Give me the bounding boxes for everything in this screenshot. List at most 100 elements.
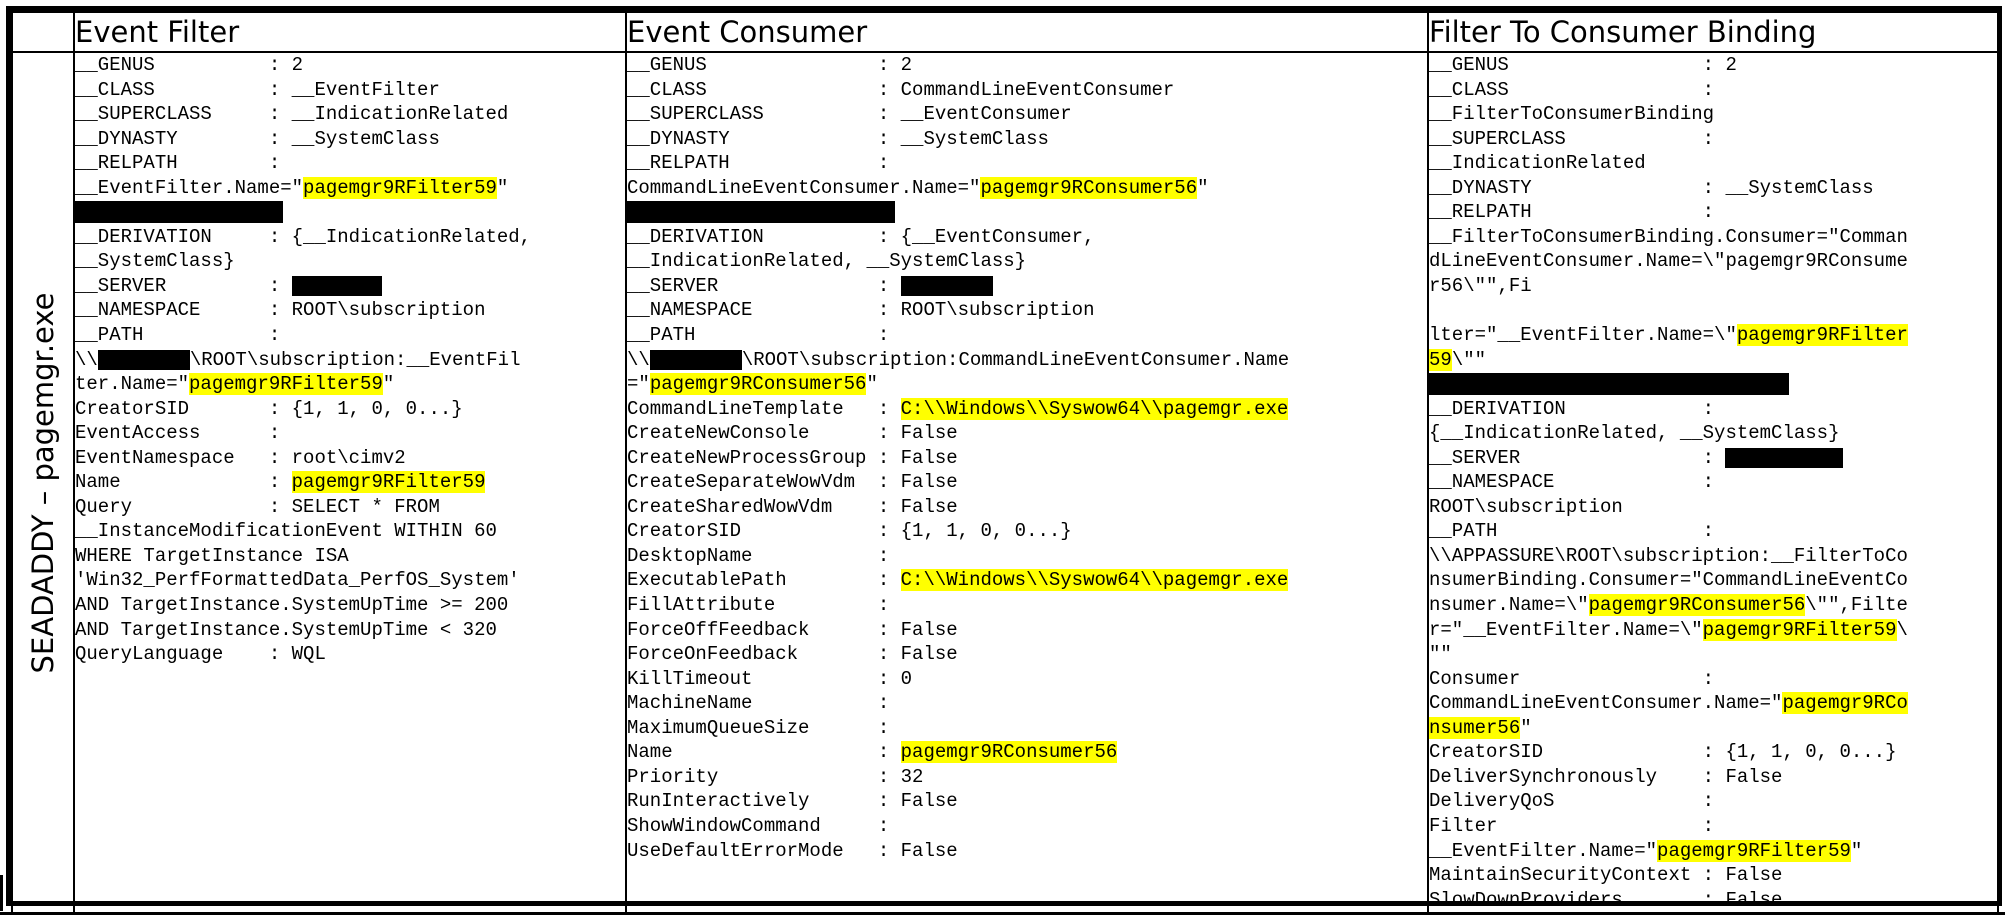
property-line: DesktopName : bbox=[627, 544, 1427, 569]
property-text: CreateNewConsole : False bbox=[627, 422, 958, 445]
property-line: \\ \ROOT\subscription:__EventFil bbox=[75, 348, 625, 373]
highlighted-value: pagemgr9RCo bbox=[1782, 692, 1908, 715]
highlighted-value: pagemgr9RConsumer56 bbox=[900, 741, 1118, 764]
property-line: __PATH : bbox=[1429, 519, 1997, 544]
property-line: __IndicationRelated, __SystemClass} bbox=[627, 249, 1427, 274]
property-line: __DERIVATION : {__EventConsumer, bbox=[627, 225, 1427, 250]
property-text: ter.Name=" bbox=[75, 373, 190, 396]
property-text: __CLASS : __EventFilter bbox=[75, 78, 440, 101]
event-consumer-cell: __GENUS : 2 __CLASS : CommandLineEventCon… bbox=[625, 50, 1429, 915]
property-text: \ROOT\subscription:CommandLineEventConsu… bbox=[741, 348, 1290, 371]
property-line: __FilterToConsumerBinding bbox=[1429, 102, 1997, 127]
property-text: CommandLineEventConsumer.Name=" bbox=[1429, 692, 1783, 715]
property-line: __DYNASTY : __SystemClass bbox=[75, 127, 625, 152]
highlighted-value: pagemgr9RFilter bbox=[1736, 324, 1908, 347]
property-text: DesktopName : bbox=[627, 544, 890, 567]
highlighted-value: pagemgr9RFilter59 bbox=[1702, 618, 1897, 641]
property-line: DeliverSynchronously : False bbox=[1429, 765, 1997, 790]
property-text: AND TargetInstance.SystemUpTime < 320 bbox=[75, 618, 497, 641]
redaction-box bbox=[291, 275, 382, 296]
property-text: __RELPATH : bbox=[627, 152, 890, 175]
property-line: __DYNASTY : __SystemClass bbox=[1429, 176, 1997, 201]
redaction-box bbox=[900, 275, 993, 296]
property-line: __SystemClass} bbox=[75, 249, 625, 274]
property-text: __FilterToConsumerBinding bbox=[1429, 103, 1715, 126]
property-line: ExecutablePath : C:\\Windows\\Syswow64\\… bbox=[627, 568, 1427, 593]
highlighted-value: pagemgr9RFilter59 bbox=[189, 373, 383, 396]
property-text: EventAccess : bbox=[75, 422, 281, 445]
highlighted-value: pagemgr9RConsumer56 bbox=[649, 373, 867, 396]
property-line: lter="__EventFilter.Name=\"pagemgr9RFilt… bbox=[1429, 323, 1997, 348]
property-line: Name : pagemgr9RFilter59 bbox=[75, 470, 625, 495]
property-line: AND TargetInstance.SystemUpTime >= 200 bbox=[75, 593, 625, 618]
property-text: __DERIVATION : {__EventConsumer, bbox=[627, 225, 1095, 248]
property-text: AND TargetInstance.SystemUpTime >= 200 bbox=[75, 594, 509, 617]
property-line: __GENUS : 2 bbox=[75, 53, 625, 78]
property-text: " bbox=[1520, 716, 1532, 739]
property-line: FillAttribute : bbox=[627, 593, 1427, 618]
property-line: __InstanceModificationEvent WITHIN 60 bbox=[75, 519, 625, 544]
property-text: lter="__EventFilter.Name=\" bbox=[1429, 324, 1737, 347]
property-line: ROOT\subscription bbox=[1429, 495, 1997, 520]
property-text: CreateNewProcessGroup : False bbox=[627, 446, 958, 469]
property-text: 'Win32_PerfFormattedData_PerfOS_System' bbox=[75, 569, 520, 592]
property-line: __DYNASTY : __SystemClass bbox=[627, 127, 1427, 152]
property-line: __GENUS : 2 bbox=[1429, 53, 1997, 78]
redaction-box bbox=[1429, 373, 1789, 396]
property-line: __CLASS : __EventFilter bbox=[75, 78, 625, 103]
property-text: __SERVER : bbox=[627, 274, 901, 297]
redaction-box bbox=[97, 349, 190, 370]
property-text: =" bbox=[627, 373, 650, 396]
highlighted-value: pagemgr9RFilter59 bbox=[291, 471, 486, 494]
property-text: __DERIVATION : bbox=[1429, 397, 1715, 420]
event-filter-cell: __GENUS : 2 __CLASS : __EventFilter __SUPE… bbox=[73, 50, 627, 915]
property-line: __EventFilter.Name="pagemgr9RFilter59" bbox=[1429, 839, 1997, 864]
property-line: __SERVER : bbox=[75, 274, 625, 299]
property-text: CommandLineTemplate : bbox=[627, 397, 901, 420]
property-text: " bbox=[1850, 839, 1863, 862]
property-line: "" bbox=[1429, 642, 1997, 667]
highlighted-value: pagemgr9RConsumer56 bbox=[1588, 594, 1806, 617]
property-text: __CLASS : bbox=[1429, 78, 1715, 101]
property-line: __SUPERCLASS : __EventConsumer bbox=[627, 102, 1427, 127]
property-text: UseDefaultErrorMode : False bbox=[627, 839, 958, 862]
property-line: __CLASS : CommandLineEventConsumer bbox=[627, 78, 1427, 103]
property-line: __SERVER : bbox=[1429, 446, 1997, 471]
property-text: __RELPATH : bbox=[75, 152, 281, 175]
highlighted-value: C:\\Windows\\Syswow64\\pagemgr.exe bbox=[900, 397, 1289, 420]
property-line: __SUPERCLASS : bbox=[1429, 127, 1997, 152]
property-text: KillTimeout : 0 bbox=[627, 667, 913, 690]
property-text: __RELPATH : bbox=[1429, 201, 1715, 224]
property-text: r="__EventFilter.Name=\" bbox=[1429, 618, 1703, 641]
property-line: CreateNewProcessGroup : False bbox=[627, 446, 1427, 471]
property-text: r56\"",Fi bbox=[1429, 274, 1532, 297]
property-line: __PATH : bbox=[627, 323, 1427, 348]
property-text: Query : SELECT * FROM bbox=[75, 495, 440, 518]
property-line: DeliveryQoS : bbox=[1429, 789, 1997, 814]
property-text: __SERVER : bbox=[75, 274, 292, 297]
property-text: MaintainSecurityContext : False bbox=[1429, 864, 1783, 887]
property-text: " bbox=[382, 373, 395, 396]
property-line: __SERVER : bbox=[627, 274, 1427, 299]
property-text: __IndicationRelated bbox=[1429, 152, 1646, 175]
property-line: ForceOnFeedback : False bbox=[627, 642, 1427, 667]
property-text: __GENUS : 2 bbox=[75, 54, 304, 76]
property-line: ShowWindowCommand : bbox=[627, 814, 1427, 839]
property-line: 'Win32_PerfFormattedData_PerfOS_System' bbox=[75, 568, 625, 593]
highlighted-value: C:\\Windows\\Syswow64\\pagemgr.exe bbox=[900, 569, 1289, 592]
property-text: CommandLineEventConsumer.Name=" bbox=[627, 176, 981, 199]
property-line: dLineEventConsumer.Name=\"pagemgr9RConsu… bbox=[1429, 249, 1997, 274]
property-text: DeliverSynchronously : False bbox=[1429, 765, 1783, 788]
header-row: Event Filter Event Consumer Filter To Co… bbox=[11, 11, 1999, 53]
property-text: CreatorSID : {1, 1, 0, 0...} bbox=[627, 520, 1072, 543]
property-text: Name : bbox=[627, 741, 901, 764]
property-text: EventNamespace : root\cimv2 bbox=[75, 446, 406, 469]
property-text: " bbox=[496, 176, 509, 199]
property-line: CreateNewConsole : False bbox=[627, 421, 1427, 446]
property-text: MaximumQueueSize : bbox=[627, 716, 890, 739]
property-line: __FilterToConsumerBinding.Consumer="Comm… bbox=[1429, 225, 1997, 250]
property-line: \\APPASSURE\ROOT\subscription:__FilterTo… bbox=[1429, 544, 1997, 569]
highlighted-value: pagemgr9RConsumer56 bbox=[980, 176, 1198, 199]
property-line: __RELPATH : bbox=[75, 151, 625, 176]
binding-cell: __GENUS : 2 __CLASS : __FilterToConsumerBi… bbox=[1427, 50, 1999, 915]
